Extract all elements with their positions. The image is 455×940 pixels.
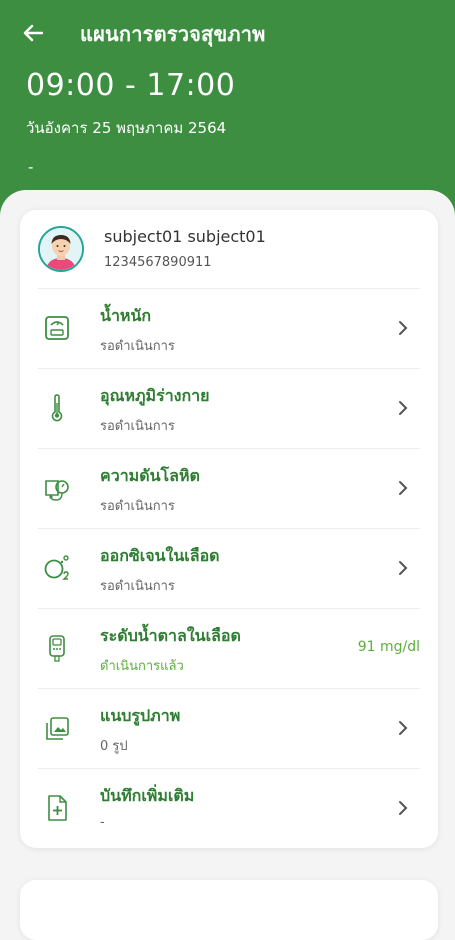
item-status: รอดำเนินการ <box>100 579 175 594</box>
item-temperature[interactable]: อุณหภูมิร่างกาย รอดำเนินการ <box>20 369 438 448</box>
schedule-note: - <box>28 158 34 176</box>
glucose-meter-icon <box>42 633 72 663</box>
back-button[interactable] <box>20 20 46 46</box>
item-blood-glucose[interactable]: ระดับน้ำตาลในเลือด ดำเนินการแล้ว 91 mg/d… <box>20 609 438 688</box>
chevron-right-icon <box>399 801 408 815</box>
avatar <box>38 226 84 272</box>
item-label: บันทึกเพิ่มเติม <box>100 786 195 805</box>
secondary-card <box>20 880 438 940</box>
item-label: แนบรูปภาพ <box>100 706 181 725</box>
user-avatar-icon <box>40 228 82 270</box>
item-label: อุณหภูมิร่างกาย <box>100 386 210 405</box>
item-status: ดำเนินการแล้ว <box>100 659 184 674</box>
item-blood-pressure[interactable]: ความดันโลหิต รอดำเนินการ <box>20 449 438 528</box>
scale-icon <box>42 313 72 343</box>
page-title: แผนการตรวจสุขภาพ <box>80 22 266 46</box>
chevron-right-icon <box>399 321 408 335</box>
item-status: รอดำเนินการ <box>100 499 175 514</box>
chevron-right-icon <box>399 481 408 495</box>
item-status: รอดำเนินการ <box>100 419 175 434</box>
patient-name: subject01 subject01 <box>104 227 266 246</box>
back-arrow-icon <box>23 24 43 42</box>
item-status: - <box>100 815 105 830</box>
chevron-right-icon <box>399 401 408 415</box>
item-label: น้ำหนัก <box>100 306 152 325</box>
item-oxygen[interactable]: ออกซิเจนในเลือด รอดำเนินการ <box>20 529 438 608</box>
schedule-date: วันอังคาร 25 พฤษภาคม 2564 <box>26 119 227 137</box>
item-label: ออกซิเจนในเลือด <box>100 546 220 565</box>
schedule-time: 09:00 - 17:00 <box>26 68 236 103</box>
item-label: ระดับน้ำตาลในเลือด <box>100 626 241 645</box>
chevron-right-icon <box>399 721 408 735</box>
item-additional-note[interactable]: บันทึกเพิ่มเติม - <box>20 769 438 848</box>
thermometer-icon <box>42 393 72 423</box>
health-check-card: subject01 subject01 1234567890911 น้ำหนั… <box>20 210 438 848</box>
item-value: 91 mg/dl <box>357 639 420 655</box>
profile-row: subject01 subject01 1234567890911 <box>20 210 438 288</box>
item-label: ความดันโลหิต <box>100 466 200 485</box>
blood-pressure-icon <box>42 473 72 503</box>
oxygen-icon <box>42 553 72 583</box>
note-add-icon <box>42 793 72 823</box>
item-status: รอดำเนินการ <box>100 339 175 354</box>
item-weight[interactable]: น้ำหนัก รอดำเนินการ <box>20 289 438 368</box>
patient-id: 1234567890911 <box>104 255 212 270</box>
image-icon <box>42 713 72 743</box>
item-attach-image[interactable]: แนบรูปภาพ 0 รูป <box>20 689 438 768</box>
chevron-right-icon <box>399 561 408 575</box>
item-status: 0 รูป <box>100 739 128 754</box>
